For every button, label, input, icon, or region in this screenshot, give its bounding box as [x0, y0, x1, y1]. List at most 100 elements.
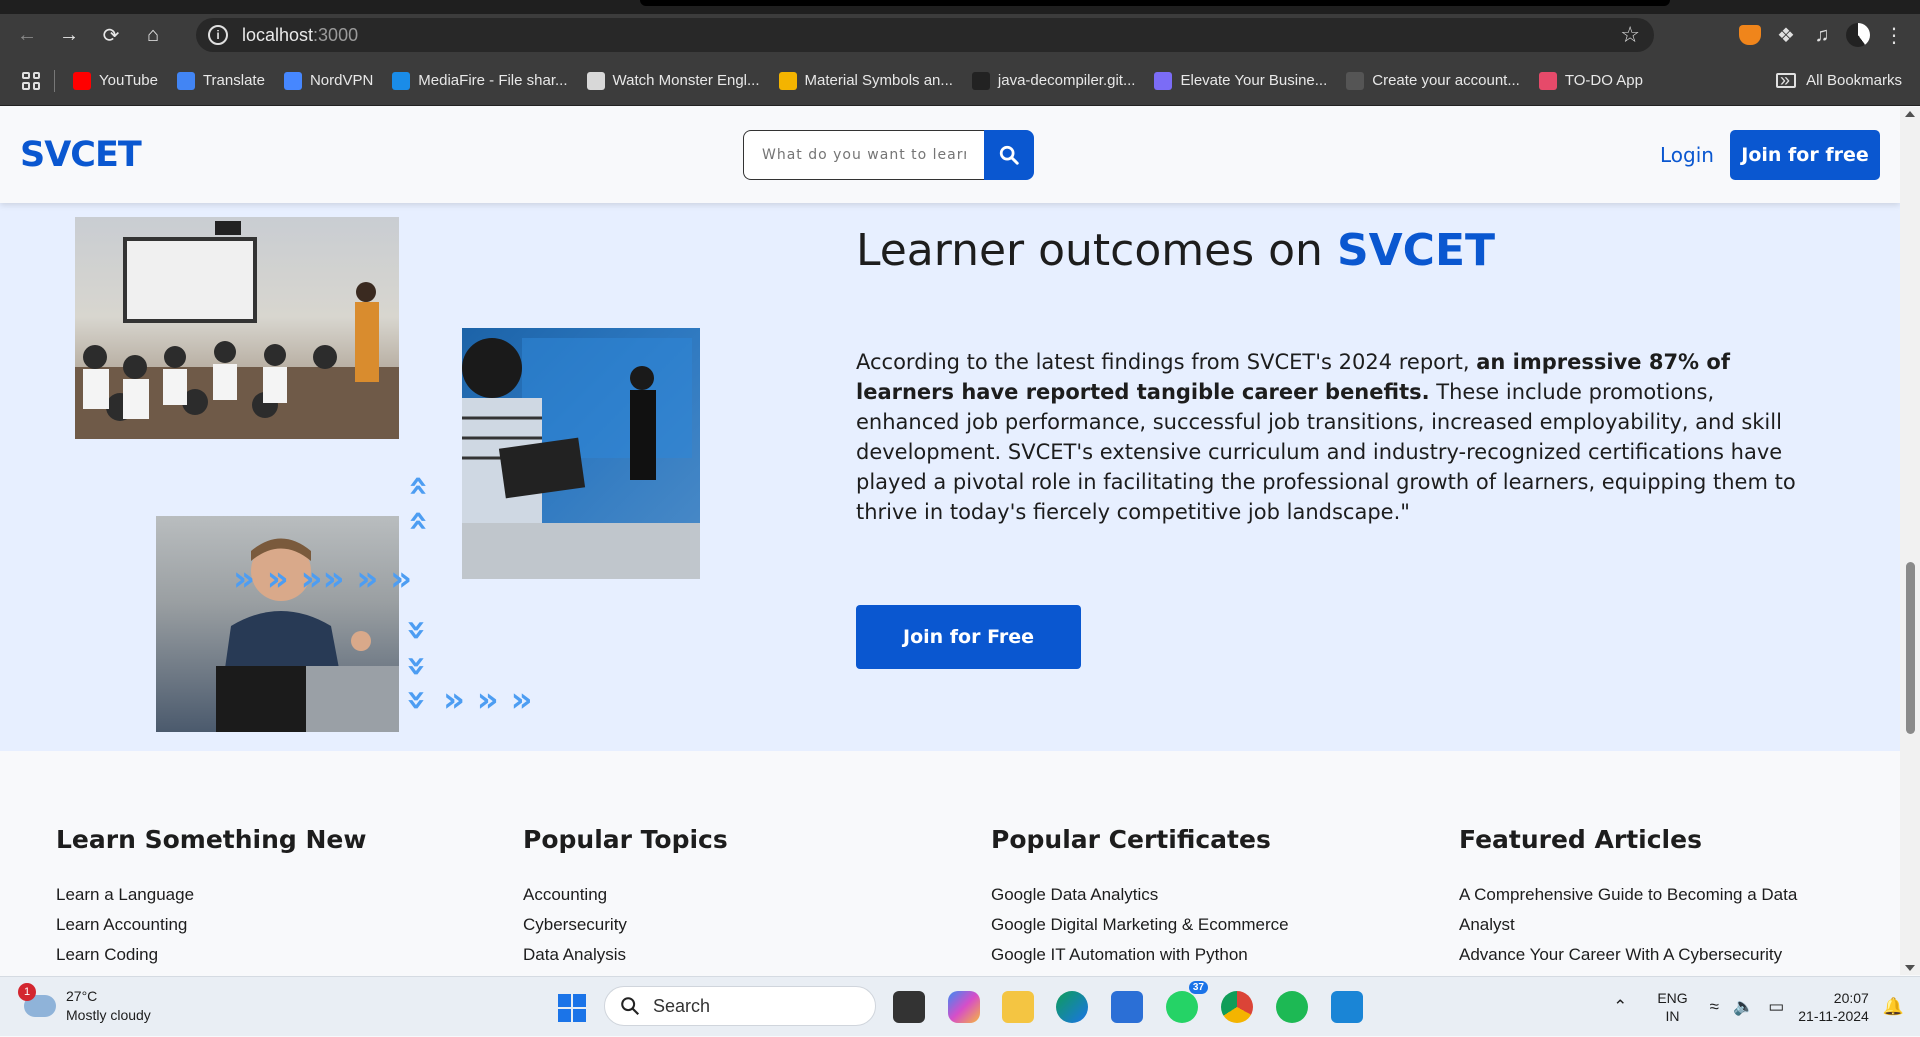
bookmark-favicon-icon	[1538, 71, 1557, 90]
footer-link[interactable]: Accounting	[523, 880, 903, 910]
reload-icon[interactable]: ⟳	[96, 20, 126, 50]
search-input[interactable]	[743, 130, 985, 180]
scroll-up-arrow[interactable]	[1905, 111, 1915, 117]
address-url[interactable]: localhost:3000	[242, 25, 358, 46]
whatsapp-badge: 37	[1188, 981, 1208, 994]
bookmark-label: Material Symbols an...	[804, 72, 953, 89]
site-logo[interactable]: SVCET	[20, 135, 142, 175]
bookmark-star-icon[interactable]: ☆	[1620, 22, 1640, 48]
address-bar[interactable]: i localhost:3000 ☆	[196, 18, 1654, 52]
wifi-icon[interactable]: ≈	[1710, 997, 1719, 1017]
weather-badge: 1	[18, 983, 36, 1001]
copilot-icon[interactable]	[948, 991, 980, 1023]
home-icon[interactable]: ⌂	[138, 20, 168, 50]
start-button-icon[interactable]	[558, 994, 586, 1022]
bookmark-item[interactable]: MediaFire - File shar...	[392, 71, 568, 90]
extensions-icon[interactable]: ❖	[1768, 17, 1804, 53]
apps-grid-icon[interactable]	[22, 71, 40, 90]
footer-link[interactable]: Learn a Language	[56, 880, 436, 910]
footer-link[interactable]: Google Digital Marketing & Ecommerce	[991, 910, 1371, 940]
footer-link[interactable]: Learn Coding	[56, 940, 436, 970]
site-info-icon[interactable]: i	[208, 25, 228, 45]
bookmark-item[interactable]: TO-DO App	[1538, 71, 1643, 90]
bookmark-item[interactable]: Translate	[176, 71, 265, 90]
bookmark-item[interactable]: YouTube	[73, 71, 158, 90]
bookmark-favicon-icon	[176, 71, 195, 90]
footer-link[interactable]: Learn Accounting	[56, 910, 436, 940]
vscode-icon[interactable]	[1331, 991, 1363, 1023]
weather-condition: Mostly cloudy	[66, 1007, 151, 1023]
chevron-up-icons: »	[396, 475, 437, 497]
tray-overflow-icon[interactable]: ⌃	[1613, 997, 1627, 1017]
edge-icon[interactable]	[1056, 991, 1088, 1023]
footer-link[interactable]: Data Analysis	[523, 940, 903, 970]
join-for-free-cta[interactable]: Join for Free	[856, 605, 1081, 669]
footer-link[interactable]: Google Data Analytics	[991, 880, 1371, 910]
forward-icon[interactable]: →	[54, 20, 84, 50]
weather-widget[interactable]: 1 27°C Mostly cloudy	[18, 983, 151, 1025]
file-explorer-icon[interactable]	[1002, 991, 1034, 1023]
footer-column: Popular Certificates Google Data Analytic…	[991, 751, 1371, 970]
footer-column-heading: Featured Articles	[1459, 825, 1702, 854]
clock[interactable]: 20:07 21-11-2024	[1798, 989, 1869, 1025]
page-viewport: SVCET Login Join for free	[0, 107, 1900, 975]
chevron-down-icons: »	[396, 689, 437, 711]
bookmark-favicon-icon	[1346, 71, 1365, 90]
battery-icon[interactable]: ▭	[1768, 997, 1784, 1017]
chevron-down-icons: »	[396, 655, 437, 677]
chrome-icon[interactable]	[1221, 991, 1253, 1023]
bookmark-favicon-icon	[586, 71, 605, 90]
footer-link[interactable]: Cybersecurity	[523, 910, 903, 940]
join-for-free-button[interactable]: Join for free	[1730, 130, 1880, 180]
media-control-icon[interactable]: ♫	[1804, 17, 1840, 53]
bookmark-label: Elevate Your Busine...	[1180, 72, 1328, 89]
footer-link[interactable]: Advance Your Career With A Cybersecurity	[1459, 940, 1839, 970]
spotify-icon[interactable]	[1276, 991, 1308, 1023]
chevron-up-icons: »	[396, 510, 437, 532]
metamask-extension-icon[interactable]	[1732, 17, 1768, 53]
whatsapp-icon[interactable]: 37	[1166, 981, 1208, 1023]
bookmark-label: TO-DO App	[1564, 72, 1643, 89]
scroll-down-arrow[interactable]	[1905, 965, 1915, 971]
bookmark-label: java-decompiler.git...	[997, 72, 1136, 89]
browser-menu-icon[interactable]: ⋮	[1876, 17, 1912, 53]
bookmark-favicon-icon	[283, 71, 302, 90]
footer-column-heading: Popular Topics	[523, 825, 728, 854]
all-bookmarks-button[interactable]: All Bookmarks	[1776, 72, 1902, 89]
page-scrollbar[interactable]	[1900, 107, 1920, 975]
login-link[interactable]: Login	[1660, 143, 1714, 167]
taskbar-search[interactable]: Search	[604, 986, 876, 1026]
temperature: 27°C	[66, 988, 98, 1004]
bookmarks-bar: YouTube Translate NordVPN MediaFire - File …	[0, 56, 1920, 106]
bookmark-label: NordVPN	[309, 72, 374, 89]
back-icon[interactable]: ←	[12, 20, 42, 50]
footer-column: Popular Topics Accounting Cybersecurity Dat…	[523, 751, 903, 970]
bookmark-label: MediaFire - File shar...	[418, 72, 568, 89]
active-tab[interactable]	[640, 0, 1670, 6]
chevron-right-icons: » » »» » »	[233, 559, 413, 599]
bookmark-item[interactable]: Elevate Your Busine...	[1154, 71, 1328, 90]
chevron-right-icons: » » »	[443, 680, 533, 720]
footer-link[interactable]: Google IT Automation with Python	[991, 940, 1371, 970]
bookmark-item[interactable]: java-decompiler.git...	[971, 71, 1136, 90]
windows-taskbar: 1 27°C Mostly cloudy Search 37 ⌃ ENG IN ≈ …	[0, 976, 1920, 1036]
profile-avatar-icon[interactable]	[1840, 17, 1876, 53]
bookmark-item[interactable]: Watch Monster Engl...	[586, 71, 760, 90]
footer-link[interactable]: A Comprehensive Guide to Becoming a Data	[1459, 880, 1839, 910]
notifications-icon[interactable]: 🔔	[1883, 997, 1904, 1017]
search-icon	[621, 997, 640, 1016]
search-button[interactable]	[984, 130, 1034, 180]
footer-link[interactable]: Analyst	[1459, 910, 1839, 940]
scrollbar-thumb[interactable]	[1906, 562, 1915, 734]
outcomes-heading: Learner outcomes on SVCET	[856, 225, 1496, 276]
volume-icon[interactable]: 🔈	[1733, 997, 1754, 1017]
bookmark-item[interactable]: NordVPN	[283, 71, 374, 90]
site-header: SVCET Login Join for free	[0, 107, 1900, 203]
store-icon[interactable]	[1111, 991, 1143, 1023]
task-view-icon[interactable]	[893, 991, 925, 1023]
footer-column: Learn Something New Learn a Language Learn…	[56, 751, 436, 970]
bookmark-favicon-icon	[392, 71, 411, 90]
bookmark-item[interactable]: Create your account...	[1346, 71, 1520, 90]
language-indicator[interactable]: ENG IN	[1657, 989, 1687, 1025]
bookmark-item[interactable]: Material Symbols an...	[778, 71, 953, 90]
